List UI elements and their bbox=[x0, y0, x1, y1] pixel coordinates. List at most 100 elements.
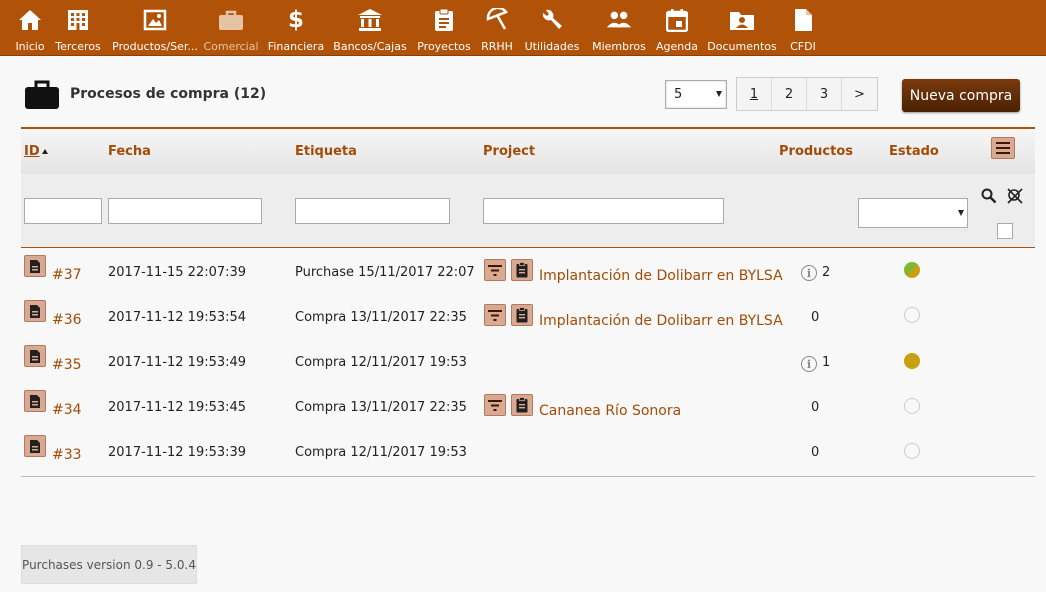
menu-label: RRHH bbox=[481, 40, 513, 53]
table-header-row: ID Fecha Etiqueta Project Productos Esta… bbox=[21, 129, 1035, 174]
menu-label: Utilidades bbox=[524, 40, 580, 53]
purchase-document-icon[interactable] bbox=[24, 255, 46, 277]
menu-item-proyectos[interactable]: Proyectos bbox=[416, 0, 472, 56]
page-title: Procesos de compra (12) bbox=[70, 86, 267, 102]
clipboard-icon bbox=[431, 7, 457, 33]
menu-label: Proyectos bbox=[417, 40, 471, 53]
purchase-document-icon[interactable] bbox=[24, 435, 46, 457]
cell-productos: 1 bbox=[822, 355, 831, 370]
project-clipboard-icon[interactable] bbox=[511, 259, 533, 281]
page-link-next[interactable]: > bbox=[842, 78, 877, 110]
bank-icon bbox=[357, 7, 383, 33]
select-all-checkbox[interactable] bbox=[997, 223, 1013, 239]
purchase-ref-link[interactable]: #37 bbox=[52, 267, 82, 283]
column-selector-button[interactable] bbox=[991, 137, 1015, 159]
clear-search-icon[interactable] bbox=[1006, 188, 1024, 204]
menu-item-inicio[interactable]: Inicio bbox=[14, 0, 46, 56]
cell-etiqueta: Compra 13/11/2017 22:35 bbox=[295, 310, 467, 325]
filter-row bbox=[21, 174, 1035, 248]
filter-estado-select[interactable] bbox=[858, 198, 968, 228]
search-icon[interactable] bbox=[981, 188, 997, 204]
top-menu-bar: Inicio Terceros Productos/Ser... Comerci… bbox=[0, 0, 1046, 56]
cell-fecha: 2017-11-12 19:53:45 bbox=[108, 400, 247, 415]
menu-item-agenda[interactable]: Agenda bbox=[655, 0, 699, 56]
building-icon bbox=[65, 7, 91, 33]
filter-icon[interactable] bbox=[484, 394, 506, 416]
folder-user-icon bbox=[729, 7, 755, 33]
column-header-productos[interactable]: Productos bbox=[779, 144, 853, 159]
cell-productos: 2 bbox=[822, 265, 831, 280]
cell-etiqueta: Compra 12/11/2017 19:53 bbox=[295, 445, 467, 460]
module-version-label: Purchases version 0.9 - 5.0.4 bbox=[21, 545, 197, 584]
menu-label: Agenda bbox=[656, 40, 698, 53]
menu-item-bancos[interactable]: Bancos/Cajas bbox=[333, 0, 407, 56]
menu-item-productos[interactable]: Productos/Ser... bbox=[112, 0, 198, 56]
menu-label: Documentos bbox=[707, 40, 777, 53]
cell-etiqueta: Compra 13/11/2017 22:35 bbox=[295, 400, 467, 415]
info-icon[interactable]: i bbox=[801, 356, 817, 372]
status-active-icon bbox=[904, 353, 920, 369]
calendar-icon bbox=[664, 7, 690, 33]
cell-fecha: 2017-11-15 22:07:39 bbox=[108, 265, 247, 280]
file-icon bbox=[790, 7, 816, 33]
project-link[interactable]: Cananea Río Sonora bbox=[539, 403, 681, 419]
cell-etiqueta: Purchase 15/11/2017 22:07 bbox=[295, 265, 475, 280]
briefcase-icon bbox=[218, 7, 244, 33]
project-clipboard-icon[interactable] bbox=[511, 304, 533, 326]
filter-icon[interactable] bbox=[484, 304, 506, 326]
menu-item-terceros[interactable]: Terceros bbox=[55, 0, 101, 56]
purchase-document-icon[interactable] bbox=[24, 300, 46, 322]
page-link-1[interactable]: 1 bbox=[737, 78, 772, 110]
column-header-estado[interactable]: Estado bbox=[889, 144, 939, 159]
column-header-fecha[interactable]: Fecha bbox=[108, 144, 151, 159]
menu-item-rrhh[interactable]: RRHH bbox=[480, 0, 514, 56]
page-link-2[interactable]: 2 bbox=[772, 78, 807, 110]
menu-item-utilidades[interactable]: Utilidades bbox=[524, 0, 580, 56]
project-link[interactable]: Implantación de Dolibarr en BYLSA bbox=[539, 313, 783, 329]
dollar-icon: $ bbox=[287, 7, 304, 33]
menu-item-miembros[interactable]: Miembros bbox=[589, 0, 649, 56]
project-link[interactable]: Implantación de Dolibarr en BYLSA bbox=[539, 268, 783, 284]
filter-etiqueta-input[interactable] bbox=[295, 198, 450, 224]
menu-label: Comercial bbox=[203, 40, 259, 53]
menu-item-documentos[interactable]: Documentos bbox=[707, 0, 777, 56]
purchase-document-icon[interactable] bbox=[24, 345, 46, 367]
table-row: #33 2017-11-12 19:53:39 Compra 12/11/201… bbox=[21, 430, 1035, 475]
image-icon bbox=[142, 7, 168, 33]
menu-item-cfdi[interactable]: CFDI bbox=[788, 0, 818, 56]
sort-asc-icon bbox=[41, 149, 48, 154]
umbrella-icon bbox=[484, 7, 510, 33]
page-link-3[interactable]: 3 bbox=[807, 78, 842, 110]
purchase-ref-link[interactable]: #35 bbox=[52, 357, 82, 373]
status-empty-icon bbox=[904, 307, 920, 323]
menu-item-comercial[interactable]: Comercial bbox=[203, 0, 259, 56]
new-purchase-button[interactable]: Nueva compra bbox=[902, 79, 1020, 112]
cell-productos: 0 bbox=[811, 445, 820, 460]
filter-icon[interactable] bbox=[484, 259, 506, 281]
chevron-down-icon bbox=[716, 91, 722, 97]
page-limit-select[interactable]: 5 bbox=[665, 80, 727, 109]
purchase-document-icon[interactable] bbox=[24, 390, 46, 412]
cell-fecha: 2017-11-12 19:53:54 bbox=[108, 310, 247, 325]
filter-project-input[interactable] bbox=[483, 198, 724, 224]
cell-productos: 0 bbox=[811, 310, 820, 325]
column-header-project[interactable]: Project bbox=[483, 144, 535, 159]
menu-label: Financiera bbox=[267, 40, 325, 53]
purchase-ref-link[interactable]: #33 bbox=[52, 447, 82, 463]
cell-fecha: 2017-11-12 19:53:39 bbox=[108, 445, 247, 460]
purchase-ref-link[interactable]: #36 bbox=[52, 312, 82, 328]
menu-item-financiera[interactable]: $ Financiera bbox=[268, 0, 324, 56]
column-header-etiqueta[interactable]: Etiqueta bbox=[295, 144, 357, 159]
purchase-ref-link[interactable]: #34 bbox=[52, 402, 82, 418]
home-icon bbox=[17, 7, 43, 33]
column-header-id[interactable]: ID bbox=[24, 144, 48, 159]
wrench-icon bbox=[539, 7, 565, 33]
info-icon[interactable]: i bbox=[801, 265, 817, 281]
filter-id-input[interactable] bbox=[24, 198, 102, 224]
menu-label: CFDI bbox=[790, 40, 816, 53]
filter-fecha-input[interactable] bbox=[108, 198, 262, 224]
table-row: #34 2017-11-12 19:53:45 Compra 13/11/201… bbox=[21, 385, 1035, 430]
chevron-down-icon bbox=[958, 210, 964, 216]
project-clipboard-icon[interactable] bbox=[511, 394, 533, 416]
menu-label: Miembros bbox=[592, 40, 646, 53]
